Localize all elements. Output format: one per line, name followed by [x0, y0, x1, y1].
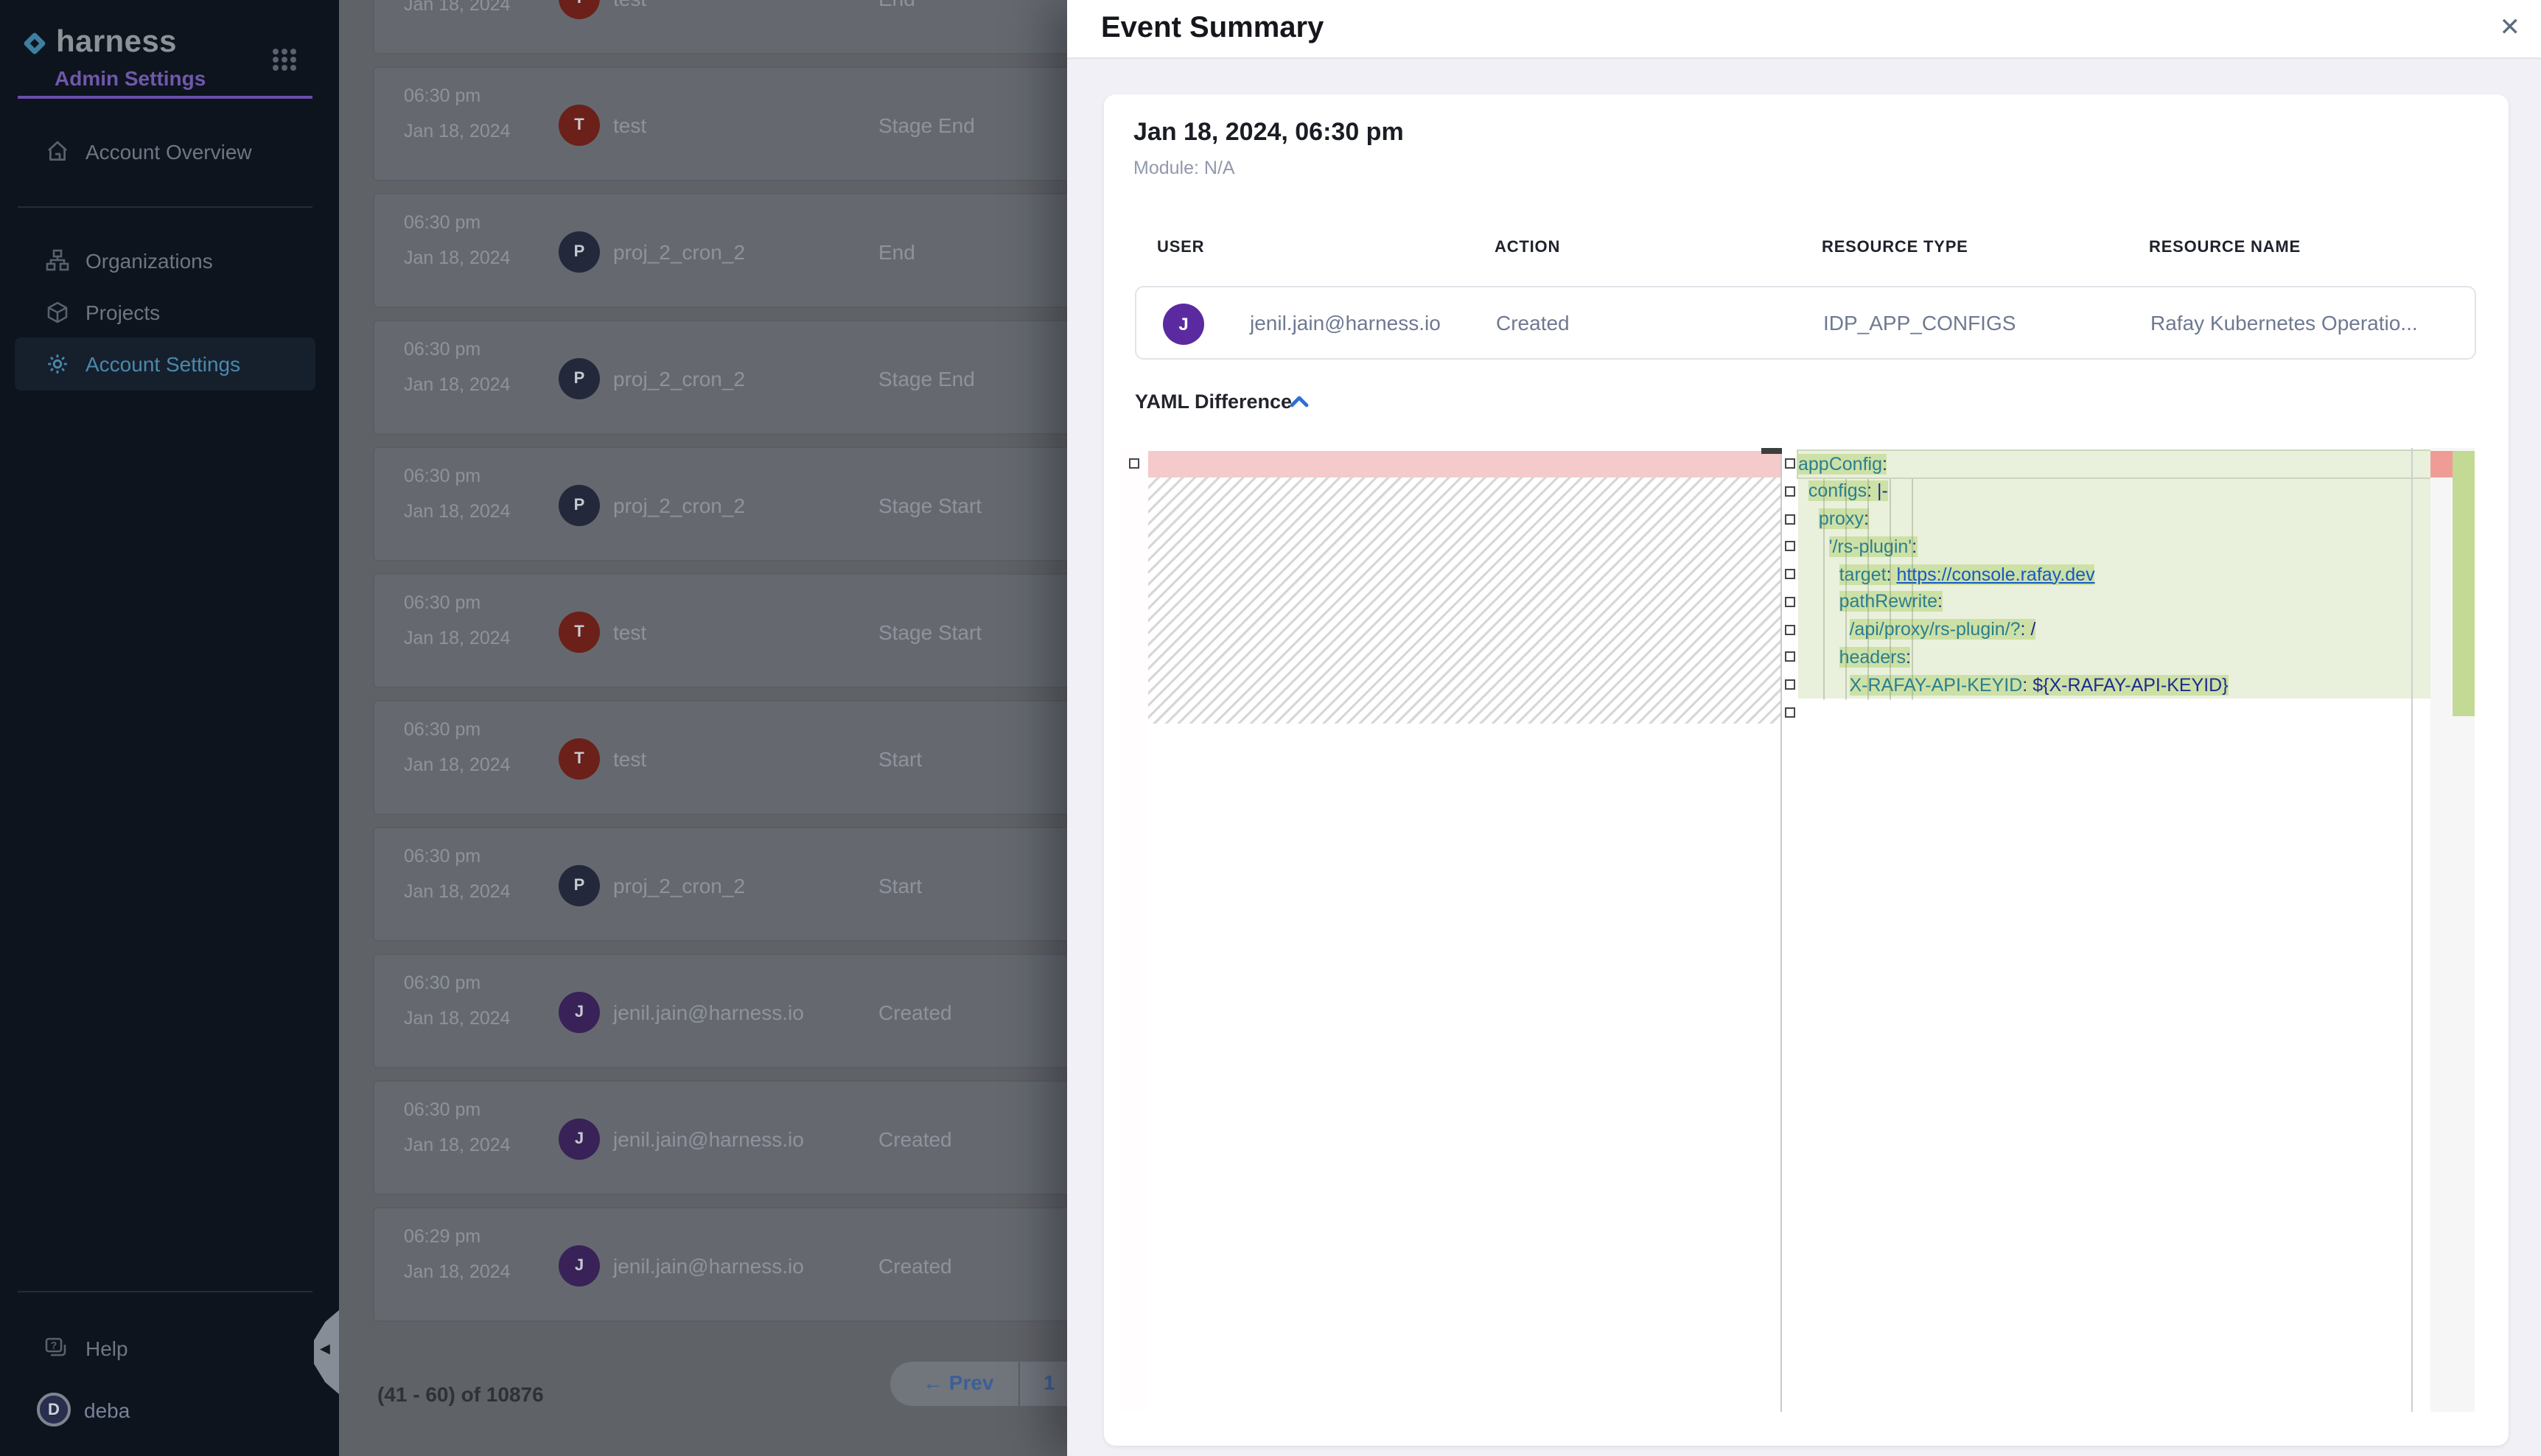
app-viewport: harness Admin Settings Account Overview — [0, 0, 2541, 1456]
avatar: D — [37, 1393, 71, 1427]
ruler-deleted-marker — [2430, 450, 2453, 477]
yaml-line-empty — [1798, 699, 2430, 727]
sidebar-item-projects[interactable]: Projects — [15, 285, 315, 338]
yaml-diff-editor: appConfig: configs: |- proxy: '/rs-plugi… — [1120, 447, 2475, 1411]
pagination-range: (41 - 60) of 10876 — [377, 1382, 544, 1406]
indent-guide — [1912, 478, 1913, 699]
brand-name: harness — [56, 25, 177, 60]
avatar: J — [559, 992, 600, 1033]
yaml-line: proxy: — [1798, 505, 2430, 533]
yaml-line: headers: — [1798, 644, 2430, 672]
module-grid-icon[interactable] — [271, 47, 298, 71]
chevron-up-icon[interactable] — [1289, 394, 1308, 407]
home-icon — [44, 140, 69, 162]
sidebar: harness Admin Settings Account Overview — [0, 0, 339, 1456]
diff-modified-pane: appConfig: configs: |- proxy: '/rs-plugi… — [1798, 450, 2430, 727]
diff-line-marker — [1784, 652, 1794, 662]
svg-text:?: ? — [51, 1339, 57, 1351]
pagination-separator — [1018, 1362, 1020, 1405]
avatar: P — [559, 231, 600, 273]
prev-page-button[interactable]: ← Prev — [923, 1371, 994, 1394]
avatar: J — [559, 1119, 600, 1160]
diff-line-marker — [1784, 624, 1794, 634]
column-ruler — [2411, 447, 2412, 1411]
diff-line-marker — [1784, 597, 1794, 607]
indent-guide — [1867, 478, 1869, 699]
target-url-link[interactable]: https://console.rafay.dev — [1896, 564, 2094, 584]
harness-logo-icon — [19, 27, 50, 58]
avatar: J — [559, 1245, 600, 1287]
avatar: P — [559, 358, 600, 399]
diff-line-marker — [1784, 707, 1794, 718]
accent-divider — [18, 96, 312, 99]
yaml-line: configs: |- — [1798, 478, 2430, 506]
diff-line-marker — [1784, 542, 1794, 552]
ruler-added-marker — [2453, 450, 2475, 715]
diff-right-gutter — [1782, 447, 1798, 1411]
diff-filler-hatch — [1148, 478, 1780, 724]
yaml-line: /api/proxy/rs-plugin/?: / — [1798, 616, 2430, 644]
yaml-line: X-RAFAY-API-KEYID: ${X-RAFAY-API-KEYID} — [1798, 671, 2430, 699]
user-name: deba — [84, 1398, 130, 1421]
cube-icon — [44, 300, 69, 323]
diff-line-marker — [1784, 569, 1794, 579]
modal-title: Event Summary — [1101, 12, 1324, 46]
modal-header: Event Summary ✕ — [1067, 0, 2541, 58]
avatar: P — [559, 865, 600, 906]
gear-icon — [44, 352, 69, 376]
indent-guide — [1823, 478, 1825, 699]
deleted-line — [1148, 450, 1780, 478]
record-resource-name: Rafay Kubernetes Operatio... — [2150, 310, 2418, 334]
yaml-line: appConfig: — [1798, 450, 2430, 478]
sidebar-item-account-settings[interactable]: Account Settings — [15, 337, 315, 391]
yaml-difference-label: YAML Difference — [1135, 390, 1292, 412]
record-action: Created — [1496, 310, 1570, 334]
close-icon[interactable]: ✕ — [2500, 13, 2521, 43]
sidebar-item-help[interactable]: ? Help — [15, 1322, 315, 1375]
column-header-user: USER — [1157, 238, 1204, 256]
event-record-row[interactable]: J jenil.jain@harness.io Created IDP_APP_… — [1135, 285, 2475, 359]
record-user: jenil.jain@harness.io — [1250, 310, 1441, 334]
yaml-line: pathRewrite: — [1798, 589, 2430, 617]
avatar: T — [559, 738, 600, 780]
column-header-resource-name: RESOURCE NAME — [2149, 238, 2301, 256]
diff-line-marker — [1784, 514, 1794, 524]
sidebar-item-account-overview[interactable]: Account Overview — [15, 125, 315, 178]
yaml-line: target: https://console.rafay.dev — [1798, 561, 2430, 589]
event-datetime: Jan 18, 2024, 06:30 pm — [1133, 117, 1404, 147]
event-summary-card: Jan 18, 2024, 06:30 pm Module: N/A USER … — [1103, 94, 2508, 1446]
yaml-line: '/rs-plugin': — [1798, 533, 2430, 561]
org-chart-icon — [44, 249, 69, 271]
record-resource-type: IDP_APP_CONFIGS — [1823, 310, 2016, 334]
collapse-left-icon: ◀ — [320, 1341, 330, 1357]
indent-guide — [1890, 478, 1891, 699]
avatar: J — [1163, 303, 1204, 344]
sidebar-item-organizations[interactable]: Organizations — [15, 234, 315, 287]
diff-line-marker — [1784, 486, 1794, 497]
sidebar-subtitle: Admin Settings — [55, 66, 206, 90]
avatar: T — [559, 612, 600, 653]
page-number-button[interactable]: 1 — [1044, 1371, 1055, 1394]
brand: harness — [19, 25, 177, 60]
column-header-resource-type: RESOURCE TYPE — [1822, 238, 1968, 256]
avatar: P — [559, 485, 600, 526]
user-menu[interactable]: D deba — [37, 1393, 130, 1427]
diff-line-marker — [1129, 458, 1139, 469]
column-header-action: ACTION — [1495, 238, 1560, 256]
avatar: T — [559, 105, 600, 146]
diff-line-marker — [1784, 679, 1794, 690]
diff-left-gutter — [1120, 447, 1148, 1411]
indent-guide — [1845, 478, 1847, 699]
scrollbar-overview-ruler[interactable] — [2430, 447, 2475, 1411]
diff-line-marker — [1784, 458, 1794, 469]
diff-original-pane — [1148, 447, 1780, 1411]
event-module: Module: N/A — [1133, 157, 1235, 178]
sidebar-divider-bottom — [18, 1291, 312, 1292]
avatar: T — [559, 0, 600, 19]
sidebar-divider — [18, 206, 312, 207]
diff-sash-handle[interactable] — [1761, 447, 1782, 454]
event-summary-modal: Event Summary ✕ Jan 18, 2024, 06:30 pm M… — [1067, 0, 2541, 1456]
help-chat-icon: ? — [44, 1337, 69, 1360]
